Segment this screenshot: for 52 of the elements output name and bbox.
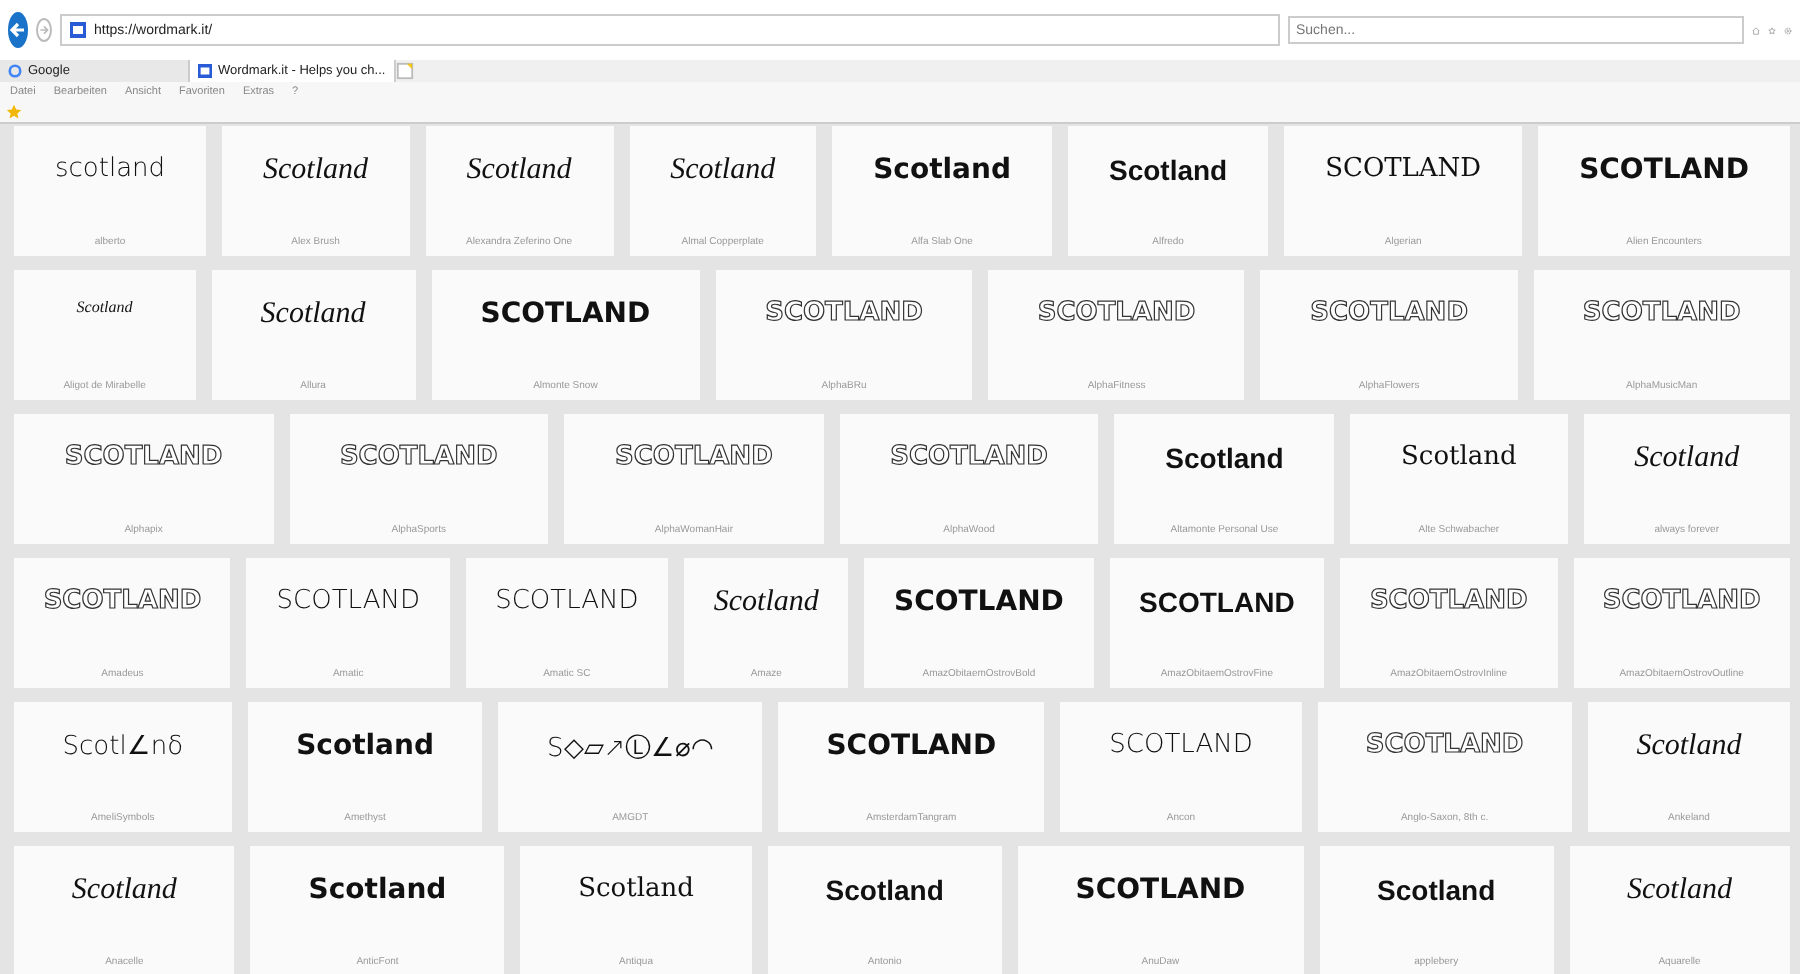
font-sample: SCOTLAND (1325, 154, 1482, 184)
font-sample: Scotland (1401, 442, 1517, 472)
home-icon[interactable] (1752, 21, 1760, 39)
font-sample: Scotland (263, 154, 369, 188)
font-sample: SCOTLAND (1369, 586, 1528, 616)
back-button[interactable] (8, 12, 28, 48)
font-sample: Scotland (308, 874, 447, 906)
font-sample: SCOTLAND (1109, 730, 1253, 760)
font-sample: SCOTLAND (1582, 298, 1741, 328)
font-sample: Scotland (1636, 730, 1742, 764)
back-arrow-icon (8, 20, 28, 40)
font-sample: Scotland (1108, 154, 1228, 186)
font-sample: Scotland (670, 154, 776, 188)
font-sample: SCOTLAND (64, 442, 223, 472)
font-sample: Scotland (578, 874, 694, 904)
new-tab-icon[interactable] (395, 62, 414, 80)
page-icon (70, 22, 86, 38)
font-sample: SCOTLAND (1310, 298, 1468, 328)
font-sample: Scotland (76, 298, 133, 316)
font-sample: Scotland (1165, 442, 1284, 474)
font-sample: SCOTLAND (826, 730, 997, 762)
font-sample: SCOTLAND (1365, 730, 1524, 760)
font-sample: SCOTLAND (615, 442, 773, 472)
font-sample: SCOTLAND (1037, 298, 1196, 328)
font-sample: Scotland (296, 730, 434, 762)
font-sample: Scotland (1634, 442, 1740, 476)
font-sample: SCOTLAND (495, 586, 639, 616)
font-sample: SCOTLAND (339, 442, 498, 472)
font-sample: SCOTLAND (480, 298, 651, 330)
font-sample: SCOTLAND (894, 586, 1064, 618)
font-sample: Scotland (260, 298, 366, 332)
font-sample: Scotland (713, 586, 819, 620)
font-sample: SCOTLAND (276, 586, 420, 616)
font-sample: SCOTLAND (890, 442, 1048, 472)
font-sample: SCOTLAND (43, 586, 202, 616)
font-sample: Scotland (1627, 874, 1733, 908)
font-sample: Scotl∠nδ (62, 730, 184, 762)
font-sample: SCOTLAND (1139, 586, 1295, 618)
font-sample: SCOTLAND (1579, 154, 1749, 186)
font-sample: Scotland (873, 154, 1011, 186)
font-sample: Scotland (1377, 874, 1496, 906)
font-sample: Scotland (466, 154, 572, 188)
font-sample: Scotland (71, 874, 177, 908)
font-sample: scotland (54, 154, 166, 184)
page-icon (198, 64, 212, 78)
font-sample: SCOTLAND (765, 298, 923, 328)
font-sample: SCOTLAND (1602, 586, 1761, 616)
favorites-star-icon[interactable] (6, 104, 22, 120)
font-sample: SCOTLAND (1075, 874, 1246, 906)
font-sample: S◇▱↗Ⓛ∠⌀◠ (547, 732, 714, 766)
forward-arrow-icon (38, 24, 50, 36)
font-sample: Scotland (825, 874, 944, 906)
